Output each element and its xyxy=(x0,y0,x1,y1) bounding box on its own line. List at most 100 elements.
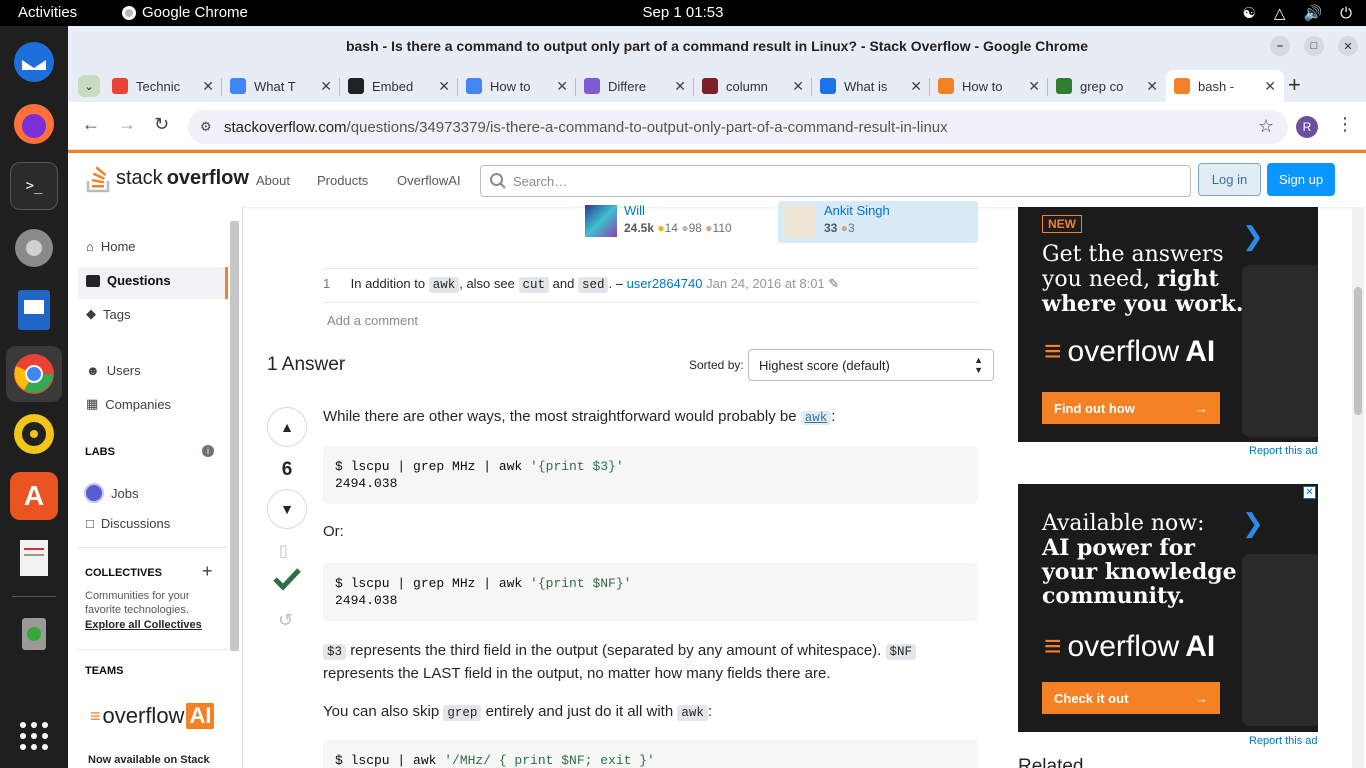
tab-8[interactable]: grep co ✕ xyxy=(1048,70,1166,102)
text-editor-icon[interactable] xyxy=(10,534,58,582)
nav-overflowai[interactable]: OverflowAI xyxy=(397,173,461,188)
teams-overflowai-logo[interactable]: ≡ overflow AI xyxy=(90,703,215,729)
volume-icon[interactable]: 🔊 xyxy=(1303,4,1322,22)
tab-4[interactable]: Differe ✕ xyxy=(576,70,694,102)
tab-1[interactable]: What T ✕ xyxy=(222,70,340,102)
scrollbar-thumb[interactable] xyxy=(1354,287,1362,415)
back-icon[interactable]: ← xyxy=(82,114,100,135)
system-tray[interactable]: ☯ △ 🔊 ⏻ xyxy=(1242,4,1352,23)
thunderbird-icon[interactable] xyxy=(10,38,58,86)
maximize-button[interactable]: □ xyxy=(1304,36,1324,56)
close-tab-icon[interactable]: ✕ xyxy=(320,78,332,95)
tab-search-icon[interactable]: ⌄ xyxy=(78,75,100,97)
bookmark-star-icon[interactable]: ☆ xyxy=(1258,116,1274,137)
sidebar-item-tags[interactable]: ◆ Tags xyxy=(86,306,130,322)
ad-overflowai-1[interactable]: NEW Get the answers you need, right wher… xyxy=(1018,207,1318,442)
tab-7[interactable]: How to ✕ xyxy=(930,70,1048,102)
show-apps-icon[interactable] xyxy=(10,712,58,760)
close-tab-icon[interactable]: ✕ xyxy=(1028,78,1040,95)
sidebar-item-discussions[interactable]: □ Discussions xyxy=(86,516,170,531)
forward-icon[interactable]: → xyxy=(118,114,136,135)
document-viewer-icon[interactable] xyxy=(10,286,58,334)
tab-9[interactable]: bash - ✕ xyxy=(1166,70,1284,102)
ad-close-icon[interactable]: ✕ xyxy=(1303,486,1316,499)
edit-pencil-icon[interactable]: ✎ xyxy=(828,276,839,291)
upvote-button[interactable]: ▲ xyxy=(267,407,307,447)
sidebar-item-home[interactable]: ⌂ Home xyxy=(86,239,136,254)
close-tab-icon[interactable]: ✕ xyxy=(674,78,686,95)
sidebar-item-users[interactable]: ☻ Users xyxy=(86,363,141,378)
asker-name[interactable]: Ankit Singh xyxy=(824,203,890,218)
tab-0[interactable]: Technic ✕ xyxy=(104,70,222,102)
firefox-icon[interactable] xyxy=(10,100,58,148)
close-tab-icon[interactable]: ✕ xyxy=(1264,78,1276,95)
profile-avatar[interactable]: R xyxy=(1296,116,1318,138)
downvote-button[interactable]: ▼ xyxy=(267,489,307,529)
comment-date[interactable]: Jan 24, 2016 at 8:01 xyxy=(706,276,825,291)
tab-2[interactable]: Embed ✕ xyxy=(340,70,458,102)
info-icon[interactable]: i xyxy=(202,445,214,457)
so-logo[interactable]: stack overflow xyxy=(86,163,249,193)
app-menu[interactable]: Google Chrome xyxy=(122,4,248,21)
ad-cta-button[interactable]: Check it out → xyxy=(1042,682,1220,714)
login-button[interactable]: Log in xyxy=(1198,163,1261,196)
close-window-button[interactable]: ✕ xyxy=(1338,36,1358,56)
tab-6[interactable]: What is ✕ xyxy=(812,70,930,102)
settings-icon[interactable] xyxy=(10,224,58,272)
tab-5[interactable]: column ✕ xyxy=(694,70,812,102)
software-center-icon[interactable]: A xyxy=(10,472,58,520)
add-collective-icon[interactable]: + xyxy=(202,561,213,582)
explore-collectives-link[interactable]: Explore all Collectives xyxy=(85,619,202,631)
reload-icon[interactable]: ↻ xyxy=(154,114,169,135)
report-ad-link[interactable]: Report this ad xyxy=(1249,735,1317,747)
new-tab-button[interactable]: + xyxy=(1288,72,1301,98)
minimize-button[interactable]: – xyxy=(1270,36,1290,56)
ad-overflowai-2[interactable]: ✕ Available now: AI power for your knowl… xyxy=(1018,484,1318,732)
awk-link[interactable]: awk xyxy=(800,411,832,425)
wifi-icon[interactable]: △ xyxy=(1274,4,1286,22)
sort-select[interactable]: Highest score (default) ▲ ▼ xyxy=(748,349,994,381)
nav-about[interactable]: About xyxy=(256,173,290,188)
close-tab-icon[interactable]: ✕ xyxy=(792,78,804,95)
rhythmbox-icon[interactable] xyxy=(10,410,58,458)
terminal-icon[interactable]: >_ xyxy=(10,162,58,210)
page-scrollbar[interactable] xyxy=(1352,207,1364,768)
avatar[interactable] xyxy=(784,205,816,237)
avatar[interactable] xyxy=(585,205,617,237)
tab-label: How to xyxy=(490,78,531,94)
power-icon[interactable]: ⏻ xyxy=(1340,5,1352,22)
sidebar-item-companies[interactable]: ▦ Companies xyxy=(86,396,171,412)
sidebar-scrollbar[interactable] xyxy=(230,221,239,651)
trash-icon[interactable] xyxy=(10,608,58,656)
bookmark-icon[interactable]: ▯ xyxy=(279,541,288,561)
signup-button[interactable]: Sign up xyxy=(1267,163,1335,196)
code-text: $ lscpu | grep MHz | awk xyxy=(335,459,531,474)
sidebar-item-jobs[interactable]: Jobs xyxy=(84,483,138,503)
activities-button[interactable]: Activities xyxy=(18,4,77,21)
so-search-input[interactable]: Search… xyxy=(480,165,1191,197)
sidebar-item-questions[interactable]: Questions xyxy=(86,273,171,288)
comment-user[interactable]: user2864740 xyxy=(627,276,703,291)
sidebar-label: Home xyxy=(100,239,136,254)
close-tab-icon[interactable]: ✕ xyxy=(556,78,568,95)
add-comment-link[interactable]: Add a comment xyxy=(327,313,418,328)
chrome-dock-icon[interactable] xyxy=(6,346,62,402)
history-icon[interactable]: ↺ xyxy=(278,610,293,631)
dock: >_ A xyxy=(0,26,68,768)
close-tab-icon[interactable]: ✕ xyxy=(202,78,214,95)
ad-cta-button[interactable]: Find out how → xyxy=(1042,392,1220,424)
close-tab-icon[interactable]: ✕ xyxy=(1146,78,1158,95)
close-tab-icon[interactable]: ✕ xyxy=(910,78,922,95)
docs-icon xyxy=(230,78,246,94)
stackoverflow-icon xyxy=(938,78,954,94)
address-bar[interactable]: ⚙ stackoverflow.com/questions/34973379/i… xyxy=(188,110,1288,144)
site-info-icon[interactable]: ⚙ xyxy=(200,119,212,135)
notion-icon xyxy=(348,78,364,94)
editor-name[interactable]: Will xyxy=(624,203,645,218)
nav-products[interactable]: Products xyxy=(317,173,368,188)
close-tab-icon[interactable]: ✕ xyxy=(438,78,450,95)
accessibility-icon[interactable]: ☯ xyxy=(1242,4,1255,22)
report-ad-link[interactable]: Report this ad xyxy=(1249,445,1317,457)
menu-icon[interactable]: ⋮ xyxy=(1336,114,1354,135)
tab-3[interactable]: How to ✕ xyxy=(458,70,576,102)
